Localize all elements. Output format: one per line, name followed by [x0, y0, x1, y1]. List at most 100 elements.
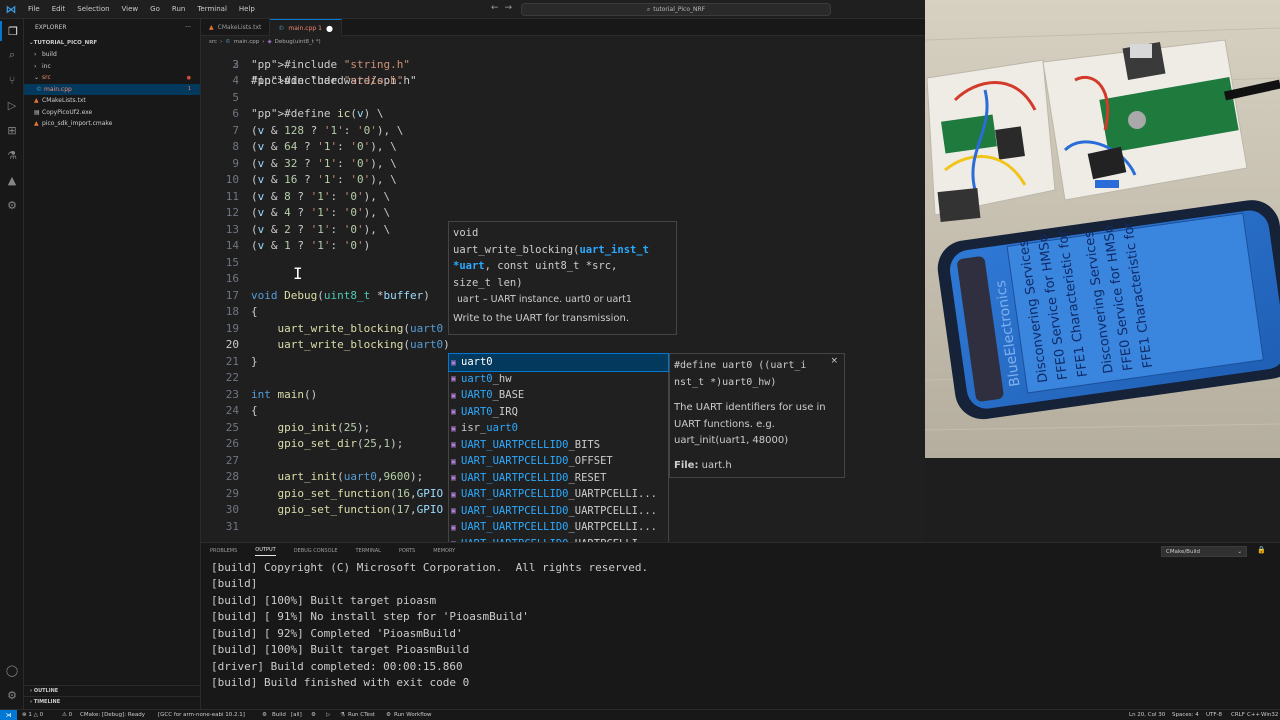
menu-view[interactable]: View [116, 5, 145, 13]
tab-main-cpp[interactable]: © main.cpp 1 ● [270, 19, 342, 36]
suggestion-item[interactable]: ▣ UART0 _IRQ [449, 404, 668, 421]
build-target[interactable]: [all] [291, 710, 302, 720]
suggestion-item[interactable]: ▣ UART_UARTPCELLID0_UARTPCELLI... [449, 503, 668, 520]
cmake-kit[interactable]: [GCC for arm-none-eabi 10.2.1] [158, 710, 245, 720]
suggestion-rest: _BITS [568, 438, 601, 451]
cmake-status[interactable]: CMake: [Debug]: Ready [80, 710, 145, 720]
suggestion-item[interactable]: ▣ UART_UARTPCELLID0 _RESET [449, 470, 668, 487]
run-icon[interactable]: ▷ [326, 710, 330, 720]
line-number: 21 [225, 354, 239, 368]
tree-item-inc[interactable]: › inc [24, 61, 200, 73]
suggestion-item[interactable]: ▣ UART_UARTPCELLID0_UARTPCELLI... [449, 486, 668, 503]
tab-ports[interactable]: PORTS [399, 548, 415, 554]
tab-debug-console[interactable]: DEBUG CONSOLE [294, 548, 338, 554]
macro-icon: ▣ [451, 374, 456, 384]
more-actions-icon[interactable]: ··· [185, 24, 191, 31]
tab-terminal[interactable]: TERMINAL [355, 548, 380, 554]
code-text: gpio_set_function(17,GPIO [277, 503, 444, 516]
macro-icon: ▣ [451, 407, 456, 417]
sig-rest: , const uint8_t *src, [484, 260, 618, 272]
problems-count[interactable]: ⊗ 1 △ 0 [22, 710, 43, 720]
suggestion-item[interactable]: ▣ uart0 [448, 353, 669, 372]
chevron-down-icon: ⌄ [1237, 548, 1242, 555]
vscode-logo-icon: ⋈ [5, 2, 17, 16]
run-workflow-button[interactable]: Run Workflow [394, 710, 432, 720]
tab-output[interactable]: OUTPUT [255, 547, 276, 556]
platform[interactable]: Win32 [1261, 710, 1278, 720]
menu-go[interactable]: Go [144, 5, 166, 13]
tree-item-copypicouf2[interactable]: ▤ CopyPicoUf2.exe [24, 107, 200, 119]
line-ending[interactable]: CRLF [1231, 710, 1245, 720]
menu-run[interactable]: Run [166, 5, 191, 13]
source-control-icon[interactable]: ⑂ [0, 70, 24, 90]
timeline-label: TIMELINE [33, 699, 61, 705]
extensions-icon[interactable]: ⊞ [0, 120, 24, 140]
timeline-section[interactable]: › TIMELINE [24, 696, 201, 707]
line-number: 14 [225, 239, 239, 252]
code-text: { [251, 305, 258, 318]
search-icon[interactable]: ⌕ [0, 45, 24, 65]
menu-help[interactable]: Help [233, 5, 261, 13]
suggestion-item[interactable]: ▣ UART_UARTPCELLID0 _OFFSET [449, 453, 668, 470]
breadcrumb-src[interactable]: src [209, 39, 217, 45]
cmake-icon[interactable]: ▲ [0, 170, 24, 190]
cmake-file-icon: ▲ [34, 97, 39, 105]
settings-gear-icon[interactable]: ⚙ [0, 685, 24, 705]
line-number: 10 [225, 173, 239, 186]
outline-section[interactable]: › OUTLINE [24, 685, 201, 696]
line-number: 11 [225, 189, 239, 203]
debug-icon[interactable]: ⚙ [311, 710, 316, 720]
breadcrumb-symbol[interactable]: Debug(uint8_t *) [275, 39, 321, 45]
tab-memory[interactable]: MEMORY [433, 548, 455, 554]
indentation[interactable]: Spaces: 4 [1172, 710, 1199, 720]
forward-arrow-icon[interactable]: → [505, 3, 519, 13]
language-mode[interactable]: C++ [1247, 710, 1260, 720]
tree-item-cmakelists[interactable]: ▲ CMakeLists.txt [24, 95, 200, 107]
code-text: } [251, 354, 258, 368]
cursor-position[interactable]: Ln 20, Col 30 [1129, 710, 1165, 720]
tree-item-label: pico_sdk_import.cmake [42, 120, 113, 128]
gear-icon[interactable]: ⚙ [262, 710, 267, 720]
tree-item-main-cpp[interactable]: © main.cpp 1 [24, 83, 200, 95]
cmake-file-icon: ▲ [209, 24, 214, 31]
menu-selection[interactable]: Selection [71, 5, 115, 13]
cpp-file-icon: © [36, 85, 42, 93]
lock-icon[interactable]: 🔒 [1257, 546, 1270, 554]
tree-item-build[interactable]: › build [24, 49, 200, 61]
status-bar: ⋊ ⊗ 1 △ 0 ⚠ 0 CMake: [Debug]: Ready [GCC… [0, 709, 1280, 720]
menu-edit[interactable]: Edit [46, 5, 72, 13]
tree-item-pico-sdk-import[interactable]: ▲ pico_sdk_import.cmake [24, 118, 200, 130]
explorer-icon[interactable]: ❐ [0, 21, 24, 41]
suggestion-item[interactable]: ▣ uart0 _hw [449, 371, 668, 388]
suggestion-item[interactable]: ▣ UART0 _BASE [449, 387, 668, 404]
command-center-search[interactable]: ⌕ tutorial_Pico_NRF [521, 3, 831, 16]
build-button[interactable]: Build [272, 710, 286, 720]
code-text: "pp">#include "string.h" [251, 57, 410, 71]
close-icon[interactable]: × [830, 356, 838, 366]
line-number: 22 [225, 371, 239, 384]
breadcrumb-file[interactable]: main.cpp [234, 39, 260, 45]
menu-file[interactable]: File [22, 5, 46, 13]
output-channel-select[interactable]: CMake/Build ⌄ [1161, 546, 1247, 557]
run-debug-icon[interactable]: ▷ [0, 95, 24, 115]
encoding[interactable]: UTF-8 [1206, 710, 1222, 720]
testing-icon[interactable]: ⚗ [0, 145, 24, 165]
remote-indicator-icon[interactable]: ⋊ [0, 710, 17, 720]
account-icon[interactable]: ◯ [0, 660, 24, 680]
warnings-count[interactable]: ⚠ 0 [62, 710, 72, 720]
project-folder[interactable]: ⌄ TUTORIAL_PICO_NRF [24, 37, 200, 49]
tree-item-src[interactable]: ⌄ src ● [24, 72, 200, 84]
back-arrow-icon[interactable]: ← [491, 3, 505, 13]
sig-end: size_t len) [453, 276, 523, 289]
suggestion-item[interactable]: ▣ isr_ uart0 [449, 420, 668, 437]
run-ctest-button[interactable]: Run CTest [348, 710, 375, 720]
tab-problems[interactable]: PROBLEMS [210, 548, 237, 554]
remote-icon[interactable]: ⚙ [0, 195, 24, 215]
suggestion-prefix: isr_ [461, 422, 487, 435]
modified-dot-icon[interactable]: ● [326, 24, 333, 33]
menu-terminal[interactable]: Terminal [191, 5, 233, 13]
tree-item-label: main.cpp [44, 85, 72, 93]
suggestion-item[interactable]: ▣ UART_UARTPCELLID0 _BITS [449, 437, 668, 454]
suggestion-item[interactable]: ▣ UART_UARTPCELLID0_UARTPCELLI... [449, 519, 668, 536]
tab-cmakelists[interactable]: ▲ CMakeLists.txt [201, 19, 271, 36]
